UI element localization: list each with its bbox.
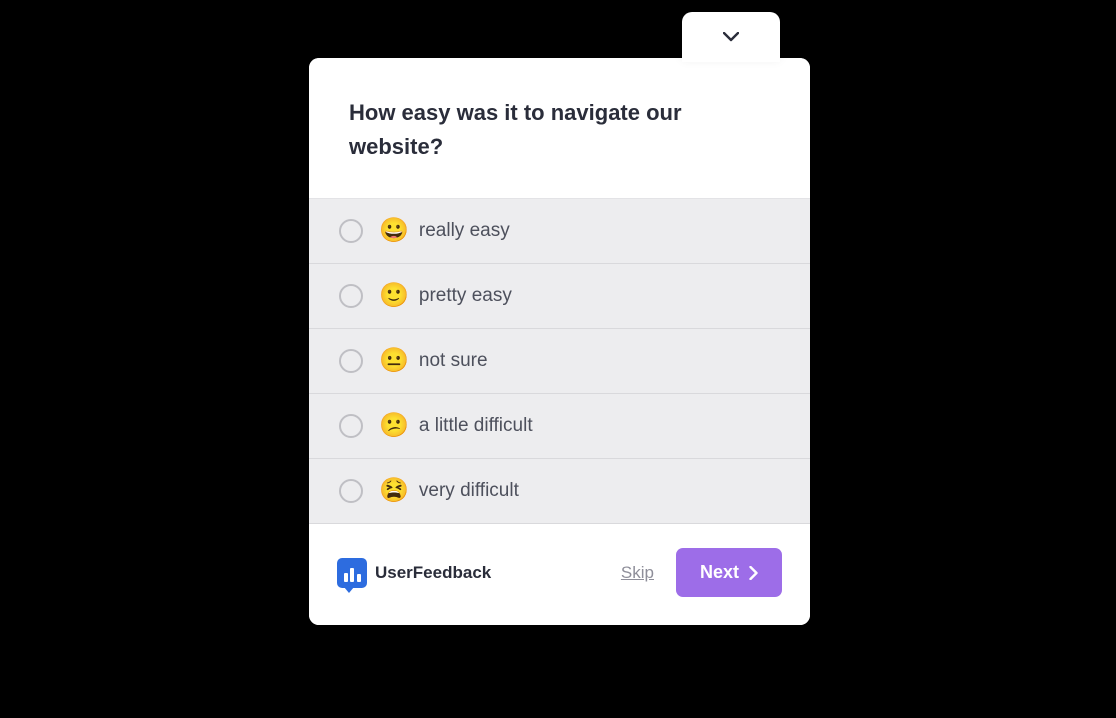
next-button-label: Next	[700, 562, 739, 583]
emoji-icon: 😀	[379, 219, 409, 243]
collapse-tab[interactable]	[682, 12, 780, 62]
radio-input[interactable]	[339, 284, 363, 308]
emoji-icon: 😐	[379, 349, 409, 373]
chevron-right-icon	[749, 566, 758, 580]
brand-icon	[337, 558, 367, 588]
widget-footer: UserFeedback Skip Next	[309, 524, 810, 625]
radio-input[interactable]	[339, 479, 363, 503]
option-really-easy[interactable]: 😀 really easy	[309, 199, 810, 263]
option-label: really easy	[419, 220, 510, 242]
brand: UserFeedback	[337, 558, 491, 588]
option-little-difficult[interactable]: 😕 a little difficult	[309, 393, 810, 458]
option-pretty-easy[interactable]: 🙂 pretty easy	[309, 263, 810, 328]
footer-actions: Skip Next	[621, 548, 782, 597]
option-label: a little difficult	[419, 415, 533, 437]
brand-label: UserFeedback	[375, 563, 491, 583]
radio-input[interactable]	[339, 219, 363, 243]
option-label: very difficult	[419, 480, 519, 502]
radio-input[interactable]	[339, 349, 363, 373]
options-list: 😀 really easy 🙂 pretty easy 😐 not sure 😕…	[309, 199, 810, 524]
emoji-icon: 😫	[379, 479, 409, 503]
chevron-down-icon	[723, 32, 739, 42]
option-label: pretty easy	[419, 285, 512, 307]
question-text: How easy was it to navigate our website?	[349, 96, 770, 164]
next-button[interactable]: Next	[676, 548, 782, 597]
feedback-widget: How easy was it to navigate our website?…	[309, 58, 810, 625]
emoji-icon: 😕	[379, 414, 409, 438]
option-very-difficult[interactable]: 😫 very difficult	[309, 458, 810, 524]
skip-link[interactable]: Skip	[621, 563, 654, 583]
question-header: How easy was it to navigate our website?	[309, 58, 810, 199]
option-label: not sure	[419, 350, 488, 372]
option-not-sure[interactable]: 😐 not sure	[309, 328, 810, 393]
emoji-icon: 🙂	[379, 284, 409, 308]
radio-input[interactable]	[339, 414, 363, 438]
